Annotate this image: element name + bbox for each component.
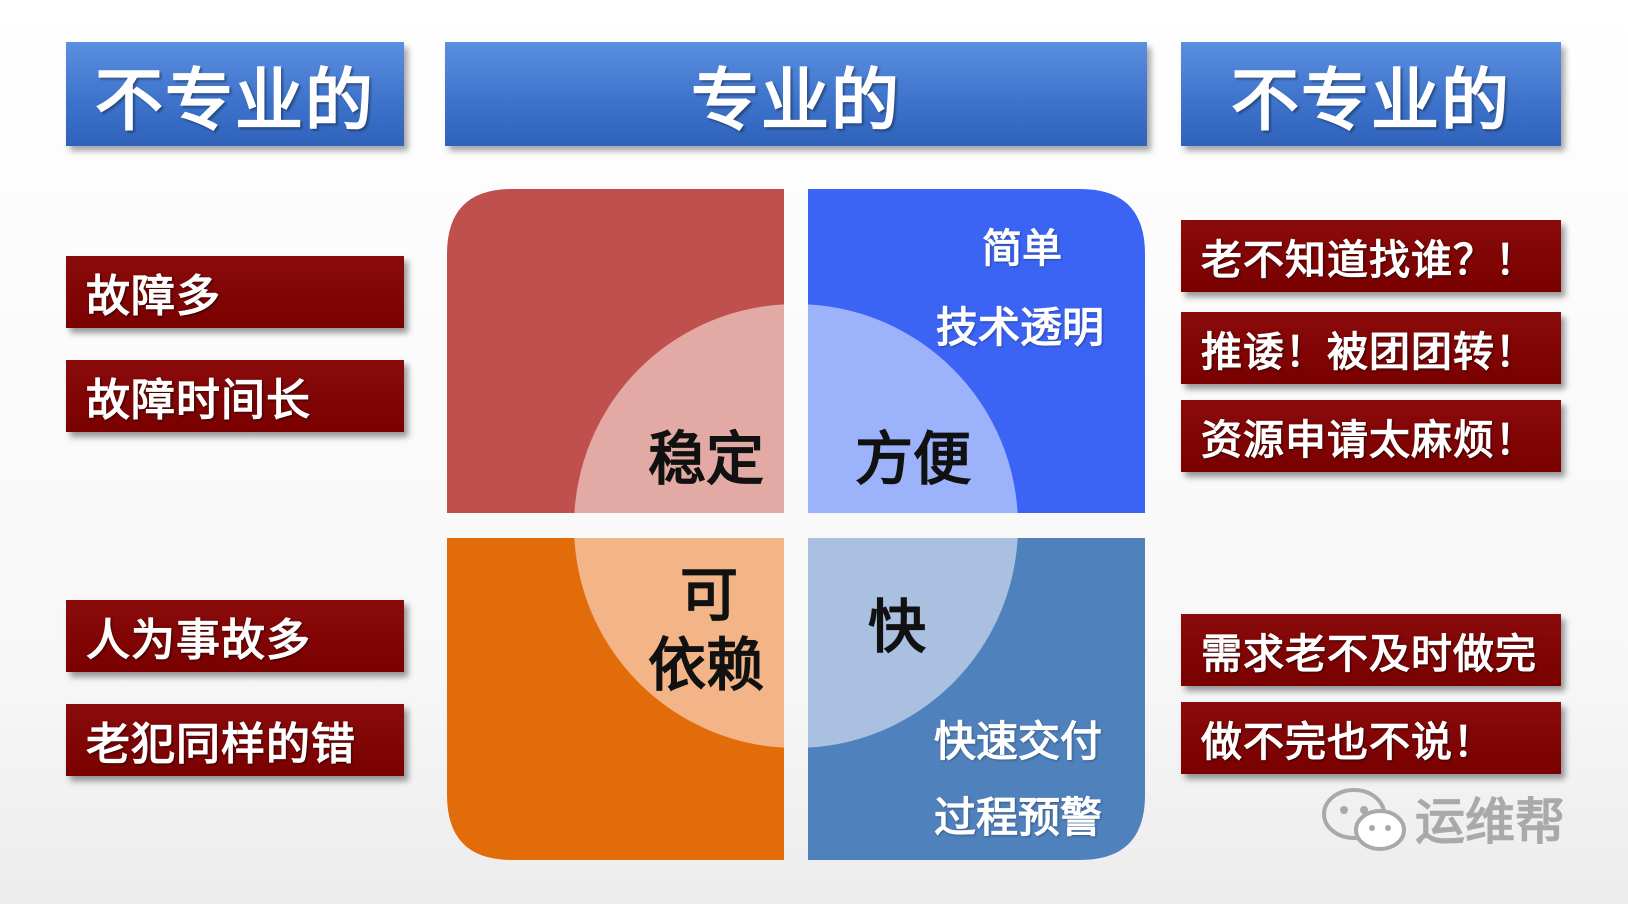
quadrant-tr-label: 方便 — [855, 425, 972, 493]
watermark-text: 运维帮 — [1415, 793, 1565, 851]
quadrant-br-point-2: 过程预警 — [934, 793, 1103, 842]
quadrant-bl-label-2: 依赖 — [648, 631, 765, 699]
quadrant-diagram — [447, 189, 1145, 860]
quadrant-tr-point-2: 技术透明 — [936, 303, 1105, 352]
quadrant-tr-point-1: 简单 — [982, 226, 1062, 272]
wechat-icon — [1322, 788, 1406, 851]
quadrant-br-point-1: 快速交付 — [934, 717, 1103, 766]
quadrant-br-label: 快 — [868, 593, 927, 661]
quadrant-tl-label: 稳定 — [648, 425, 765, 493]
